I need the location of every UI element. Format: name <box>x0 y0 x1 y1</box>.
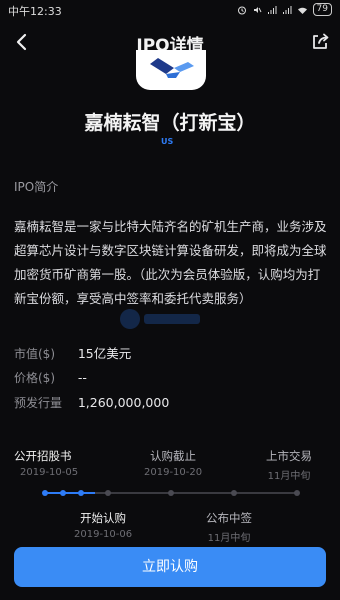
timeline-step-start-subscription: 开始认购 2019-10-06 <box>74 510 132 540</box>
status-bar: 中午12:33 79 <box>0 0 340 22</box>
timeline-step-date: 2019-10-06 <box>74 529 133 540</box>
share-button[interactable] <box>308 30 332 54</box>
timeline-dot <box>294 490 300 496</box>
timeline-progress-track <box>42 490 300 496</box>
timeline-step-subscription-deadline: 认购截止 2019-10-20 <box>144 448 202 478</box>
status-time: 中午12:33 <box>8 5 62 18</box>
timeline-step-date: 2019-10-20 <box>144 467 203 478</box>
battery-indicator: 79 <box>312 3 332 16</box>
timeline-step-label: 公布中签 <box>206 511 252 525</box>
market-cap-label: 市值($) <box>14 347 55 361</box>
timeline-step-allotment: 公布中签 11月中旬 <box>206 510 252 544</box>
company-logo-icon <box>150 58 194 78</box>
timeline-progress-fill <box>45 492 96 494</box>
timeline-dot <box>231 490 237 496</box>
market-cap-row: 市值($) 15亿美元 <box>14 343 131 362</box>
company-name: 嘉楠耘智（打新宝） <box>84 112 256 134</box>
wifi-icon <box>297 7 307 14</box>
ipo-description: 嘉楠耘智是一家与比特大陆齐名的矿机生产商，业务涉及超算芯片设计与数字区块链计算设… <box>14 219 327 306</box>
price-value: -- <box>77 370 87 385</box>
price-label: 价格($) <box>14 371 55 385</box>
company-logo <box>136 50 206 90</box>
timeline-dot <box>60 490 66 496</box>
market-cap-value: 15亿美元 <box>77 346 132 361</box>
signal-icon <box>267 5 277 14</box>
status-icons: 79 <box>237 3 332 16</box>
timeline-dot <box>78 490 84 496</box>
watermark-logo <box>120 309 200 329</box>
subscribe-button[interactable]: 立即认购 <box>14 547 326 587</box>
issue-volume-label: 预发行量 <box>14 396 63 410</box>
signal-icon <box>282 5 292 14</box>
timeline-dot <box>168 490 174 496</box>
issue-volume-value: 1,260,000,000 <box>77 395 170 410</box>
timeline-step-label: 公开招股书 <box>14 449 72 463</box>
timeline-dot <box>105 490 111 496</box>
timeline-step-label: 上市交易 <box>266 449 312 463</box>
timeline-step-label: 开始认购 <box>80 511 127 525</box>
timeline-dot <box>42 490 48 496</box>
timeline-step-prospectus: 公开招股书 2019-10-05 <box>14 448 78 478</box>
mute-icon <box>253 6 261 13</box>
timeline-step-listing: 上市交易 11月中旬 <box>266 448 312 482</box>
alarm-icon <box>237 6 246 14</box>
share-icon <box>313 33 329 49</box>
timeline-step-date: 11月中旬 <box>207 533 251 544</box>
timeline-step-date: 2019-10-05 <box>20 467 79 478</box>
timeline-step-date: 11月中旬 <box>267 471 311 482</box>
ipo-intro-title: IPO简介 <box>14 180 59 194</box>
issue-volume-row: 预发行量 1,260,000,000 <box>14 394 169 411</box>
timeline-step-label: 认购截止 <box>150 449 197 463</box>
price-row: 价格($) -- <box>14 369 87 386</box>
market-badge: US <box>161 137 174 146</box>
